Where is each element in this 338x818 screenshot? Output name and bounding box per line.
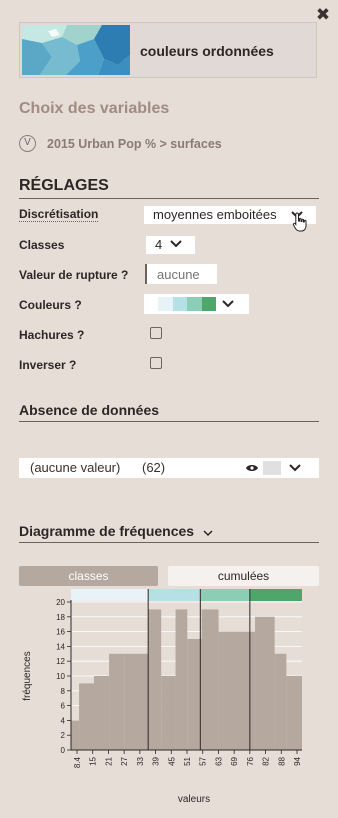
class-color-band bbox=[249, 589, 302, 601]
histogram-bar bbox=[109, 653, 125, 750]
histogram-bar bbox=[79, 683, 94, 750]
x-tick-label: 51 bbox=[183, 756, 192, 765]
x-tick-label: 57 bbox=[199, 756, 208, 765]
y-tick-label: 20 bbox=[56, 598, 65, 607]
discretisation-label: Discrétisation bbox=[19, 207, 99, 222]
colors-select[interactable] bbox=[144, 294, 249, 314]
missing-color-swatch bbox=[263, 461, 281, 475]
histogram-bar bbox=[255, 616, 275, 750]
y-tick-label: 8 bbox=[61, 687, 66, 696]
x-tick-label: 8.4 bbox=[73, 756, 82, 768]
missing-values-row[interactable]: (aucune valeur) (62) bbox=[19, 458, 319, 478]
y-tick-label: 4 bbox=[61, 716, 66, 725]
variable-badge-icon: V bbox=[19, 135, 36, 152]
x-tick-label: 15 bbox=[89, 756, 98, 765]
color-ramp bbox=[158, 297, 216, 311]
classes-value: 4 bbox=[155, 237, 163, 252]
histogram-bar bbox=[286, 676, 302, 750]
chevron-down-icon bbox=[289, 464, 301, 472]
frequency-heading[interactable]: Diagramme de fréquences bbox=[19, 523, 213, 539]
settings-divider bbox=[19, 198, 319, 199]
chevron-down-icon bbox=[203, 530, 213, 537]
colors-label: Couleurs ? bbox=[19, 298, 82, 312]
y-tick-label: 6 bbox=[61, 702, 66, 711]
map-title: couleurs ordonnées bbox=[140, 43, 274, 59]
classes-label: Classes bbox=[19, 238, 65, 252]
x-axis-label: valeurs bbox=[178, 794, 210, 805]
histogram-bar bbox=[93, 676, 110, 750]
x-tick-label: 76 bbox=[246, 756, 255, 765]
discretisation-value: moyennes emboitées bbox=[153, 207, 277, 222]
histogram-bar bbox=[124, 653, 149, 750]
histogram-bar bbox=[274, 653, 287, 750]
invert-checkbox[interactable] bbox=[150, 357, 162, 369]
invert-label: Inverser ? bbox=[19, 358, 77, 372]
tab-classes[interactable]: classes bbox=[19, 566, 158, 586]
x-tick-label: 21 bbox=[104, 756, 113, 765]
frequency-histogram: 0 2 4 6 8 10 12 14 16 18 20 8.4 15 21 27 33 39 45 51 57 63 69… bbox=[22, 589, 302, 805]
x-tick-label: 63 bbox=[214, 756, 223, 765]
x-tick-label: 39 bbox=[152, 756, 161, 765]
class-color-band bbox=[71, 589, 149, 601]
y-tick-label: 10 bbox=[56, 672, 65, 681]
tab-cumulees[interactable]: cumulées bbox=[168, 566, 319, 586]
histogram-bar bbox=[175, 609, 188, 750]
y-tick-label: 14 bbox=[56, 642, 65, 651]
histogram-bar bbox=[218, 631, 250, 750]
class-color-band bbox=[200, 589, 250, 601]
x-tick-label: 82 bbox=[262, 756, 271, 765]
histogram-bar bbox=[161, 676, 176, 750]
discretisation-select[interactable]: moyennes emboitées bbox=[144, 206, 316, 224]
eye-icon[interactable] bbox=[245, 463, 259, 473]
hand-cursor-icon bbox=[292, 212, 307, 232]
y-tick-label: 18 bbox=[56, 613, 65, 622]
settings-heading: RÉGLAGES bbox=[19, 177, 109, 194]
color-swatch bbox=[172, 297, 187, 311]
y-tick-label: 2 bbox=[61, 731, 66, 740]
map-thumbnail bbox=[22, 25, 130, 75]
y-axis-label: fréquences bbox=[22, 651, 33, 700]
variables-heading: Choix des variables bbox=[19, 100, 170, 117]
x-tick-label: 27 bbox=[120, 756, 129, 765]
map-card[interactable]: couleurs ordonnées bbox=[19, 22, 317, 78]
histogram-bar bbox=[201, 609, 219, 750]
x-tick-label: 69 bbox=[230, 756, 239, 765]
breakpoint-input[interactable] bbox=[145, 264, 217, 284]
histogram-bar bbox=[187, 639, 202, 750]
missing-label: (aucune valeur) bbox=[30, 460, 121, 475]
missing-heading: Absence de données bbox=[19, 402, 160, 418]
classes-select[interactable]: 4 bbox=[146, 236, 195, 254]
x-tick-label: 45 bbox=[167, 756, 176, 765]
color-swatch bbox=[201, 297, 216, 311]
y-tick-label: 16 bbox=[56, 628, 65, 637]
hatching-label: Hachures ? bbox=[19, 328, 85, 342]
x-tick-label: 94 bbox=[293, 756, 302, 765]
frequency-heading-label: Diagramme de fréquences bbox=[19, 523, 195, 539]
chevron-down-icon bbox=[222, 300, 234, 308]
breakpoint-label: Valeur de rupture ? bbox=[19, 268, 129, 282]
y-tick-label: 0 bbox=[61, 746, 66, 755]
selected-variable-label: 2015 Urban Pop % > surfaces bbox=[47, 137, 222, 151]
histogram-bar bbox=[148, 609, 162, 750]
histogram-bar bbox=[71, 720, 80, 750]
class-color-band bbox=[148, 589, 201, 601]
missing-divider bbox=[19, 421, 319, 422]
x-tick-label: 33 bbox=[136, 756, 145, 765]
histogram-bar bbox=[249, 631, 256, 750]
frequency-divider bbox=[19, 542, 319, 543]
y-tick-label: 12 bbox=[56, 657, 65, 666]
missing-count: (62) bbox=[142, 460, 166, 475]
color-swatch bbox=[187, 297, 202, 311]
chevron-down-icon bbox=[170, 240, 182, 248]
hatching-checkbox[interactable] bbox=[150, 327, 162, 339]
x-tick-label: 88 bbox=[277, 756, 286, 765]
color-swatch bbox=[158, 297, 173, 311]
